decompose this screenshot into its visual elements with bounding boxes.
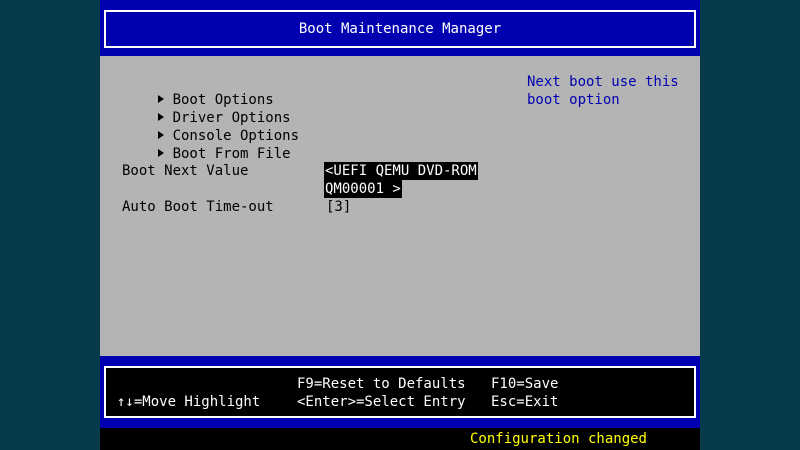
- menu-item-label: Driver Options: [172, 110, 291, 126]
- help-line-2: boot option: [527, 92, 620, 108]
- header-frame: Boot Maintenance Manager: [104, 10, 696, 48]
- help-text: Next boot use this boot option: [527, 73, 687, 109]
- key-help-exit: Esc=Exit: [491, 394, 559, 410]
- auto-boot-timeout-label: Auto Boot Time-out: [122, 199, 274, 215]
- boot-next-value-line1[interactable]: <UEFI QEMU DVD-ROM: [324, 162, 478, 180]
- right-triangle-icon: [157, 131, 164, 139]
- header-bar: Boot Maintenance Manager: [100, 0, 700, 56]
- key-help-save: F10=Save: [491, 376, 559, 392]
- right-triangle-icon: [157, 95, 164, 103]
- right-triangle-icon: [157, 149, 164, 157]
- key-help-reset-defaults: F9=Reset to Defaults: [297, 376, 466, 392]
- key-help-panel: F9=Reset to Defaults F10=Save ↑↓=Move Hi…: [104, 366, 696, 418]
- menu-item-boot-options[interactable]: Boot Options: [107, 73, 299, 108]
- boot-maintenance-menu: Boot Options Driver Options Console Opti…: [107, 73, 300, 162]
- key-help-move-highlight: ↑↓=Move Highlight: [117, 394, 261, 410]
- boot-next-label: Boot Next Value: [122, 163, 249, 179]
- menu-item-label: Boot Options: [172, 92, 274, 108]
- right-triangle-icon: [157, 113, 164, 121]
- key-help-select-entry: <Enter>=Select Entry: [297, 394, 466, 410]
- page-title: Boot Maintenance Manager: [298, 21, 502, 37]
- bios-screen: Boot Maintenance Manager Boot Options Dr…: [100, 0, 700, 450]
- status-bar: Configuration changed: [100, 428, 700, 450]
- auto-boot-timeout-value[interactable]: [3]: [326, 198, 351, 216]
- menu-item-label: Console Options: [172, 128, 300, 144]
- footer-bar: F9=Reset to Defaults F10=Save ↑↓=Move Hi…: [100, 356, 700, 428]
- help-line-1: Next boot use this: [527, 74, 679, 90]
- boot-next-value-line2[interactable]: QM00001 >: [324, 180, 402, 198]
- status-message: Configuration changed: [469, 431, 647, 447]
- menu-item-label: Boot From File: [172, 146, 291, 162]
